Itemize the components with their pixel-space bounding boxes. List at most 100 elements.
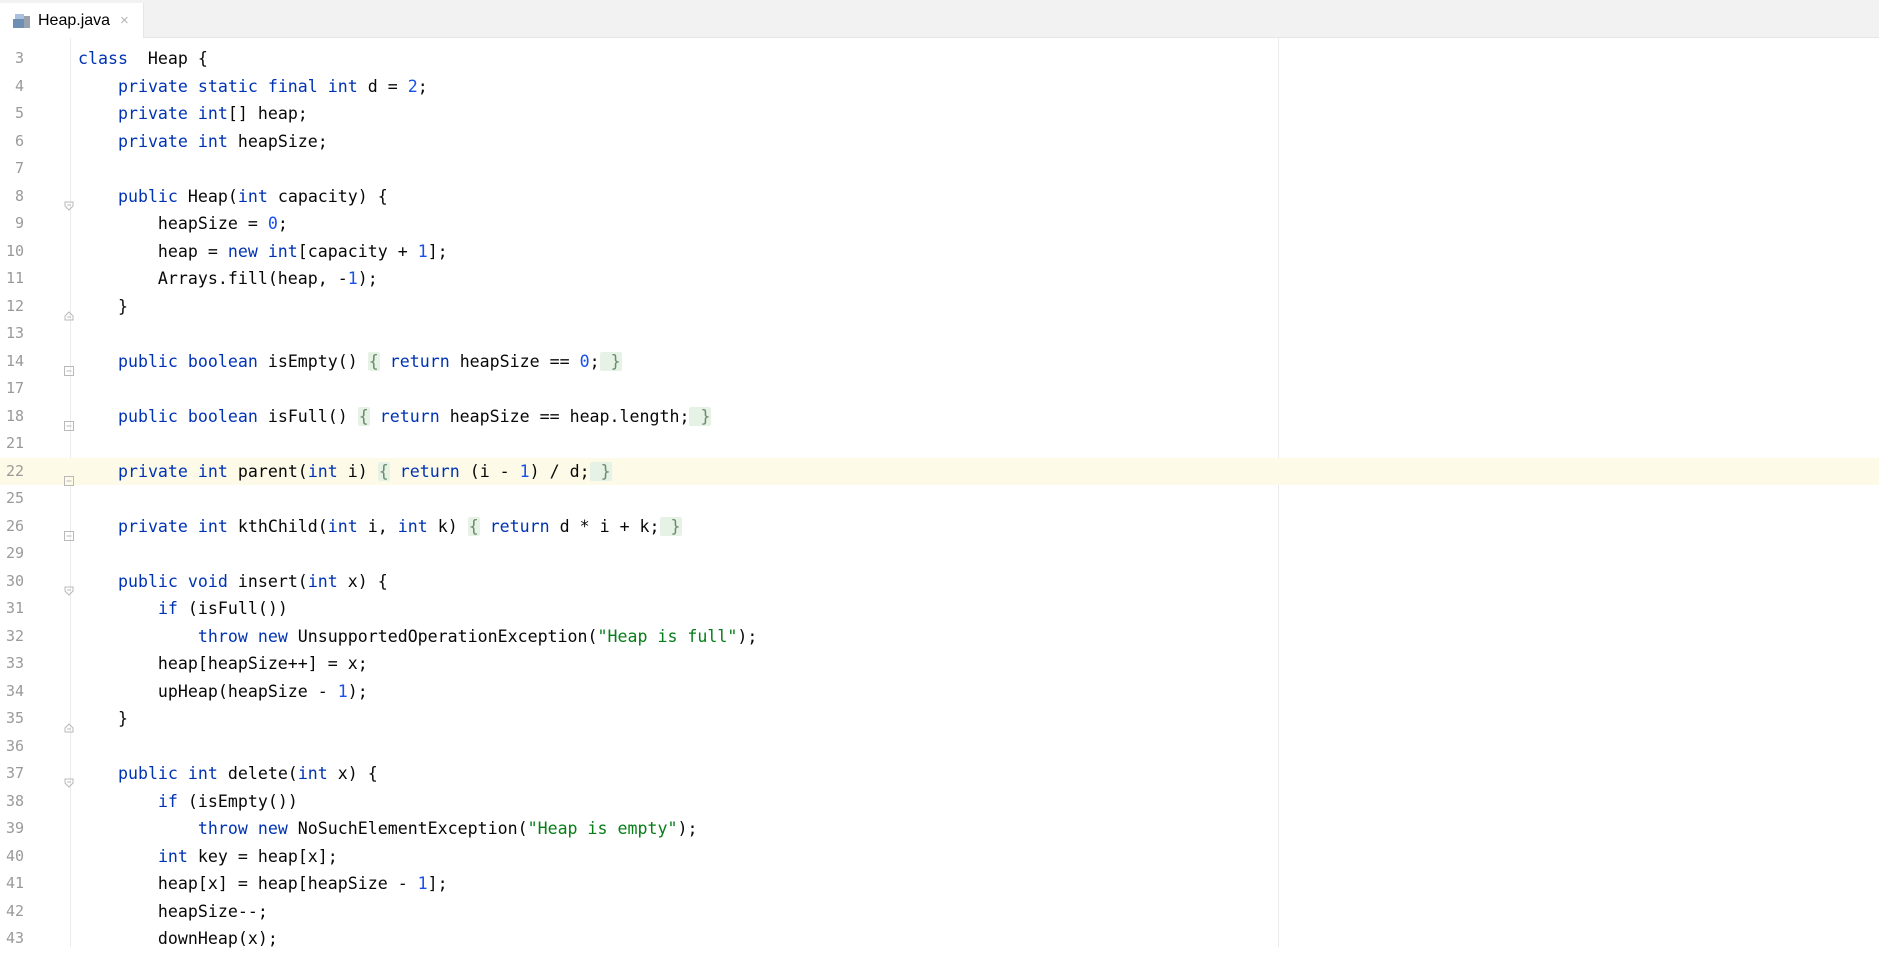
code-text: throw new NoSuchElementException("Heap i… bbox=[78, 815, 698, 843]
code-token: } bbox=[78, 296, 128, 316]
code-line[interactable]: 25 bbox=[0, 485, 1879, 513]
keyword-token: private int bbox=[117, 516, 228, 536]
code-line[interactable]: 38 if (isEmpty()) bbox=[0, 788, 1879, 816]
code-text: public boolean isFull() { return heapSiz… bbox=[78, 403, 712, 431]
code-line[interactable]: 29 bbox=[0, 540, 1879, 568]
keyword-token: public bbox=[117, 186, 178, 206]
folded-brace-token: { bbox=[367, 351, 380, 371]
fold-marker-icon[interactable] bbox=[64, 192, 74, 211]
line-number: 14 bbox=[5, 351, 24, 370]
code-token: ]; bbox=[427, 241, 448, 261]
fold-marker-icon[interactable] bbox=[64, 522, 74, 541]
code-line[interactable]: 4 private static final int d = 2; bbox=[0, 73, 1879, 101]
code-token: d = bbox=[357, 76, 408, 96]
code-line[interactable]: 13 bbox=[0, 320, 1879, 348]
code-line[interactable]: 32 throw new UnsupportedOperationExcepti… bbox=[0, 623, 1879, 651]
close-icon[interactable]: × bbox=[120, 12, 129, 29]
code-token: heapSize; bbox=[227, 131, 328, 151]
code-token: ; bbox=[589, 351, 600, 371]
fold-marker-icon[interactable] bbox=[64, 769, 74, 788]
code-line[interactable]: 6 private int heapSize; bbox=[0, 128, 1879, 156]
code-text: public boolean isEmpty() { return heapSi… bbox=[78, 348, 622, 376]
keyword-token: return bbox=[389, 351, 450, 371]
code-token: ) / d; bbox=[529, 461, 590, 481]
code-token: heapSize--; bbox=[78, 901, 268, 921]
code-token: Heap( bbox=[177, 186, 238, 206]
number-token: 2 bbox=[407, 76, 418, 96]
code-line[interactable]: 22 private int parent(int i) { return (i… bbox=[0, 457, 1879, 486]
code-line[interactable]: 42 heapSize--; bbox=[0, 898, 1879, 926]
tab-heap-java[interactable]: Heap.java × bbox=[0, 3, 144, 38]
code-text: downHeap(x); bbox=[78, 925, 278, 953]
code-token: ]; bbox=[427, 874, 448, 893]
code-text: } bbox=[78, 293, 128, 321]
code-text: heapSize = 0; bbox=[78, 210, 288, 238]
code-line[interactable]: 40 int key = heap[x]; bbox=[0, 843, 1879, 871]
code-line[interactable]: 11 Arrays.fill(heap, -1); bbox=[0, 265, 1879, 293]
number-token: 1 bbox=[347, 269, 358, 288]
code-text: heapSize--; bbox=[78, 898, 268, 926]
code-line[interactable]: 10 heap = new int[capacity + 1]; bbox=[0, 238, 1879, 266]
code-line[interactable]: 12 } bbox=[0, 293, 1879, 321]
code-token: (isEmpty()) bbox=[177, 791, 298, 811]
code-editor[interactable]: 3 class Heap {4 private static final int … bbox=[0, 38, 1879, 948]
keyword-token: private int bbox=[117, 461, 228, 481]
code-token: (i - bbox=[459, 461, 520, 481]
code-line[interactable]: 26 private int kthChild(int i, int k) { … bbox=[0, 513, 1879, 541]
code-line[interactable]: 30 public void insert(int x) { bbox=[0, 568, 1879, 596]
code-line[interactable]: 14 public boolean isEmpty() { return hea… bbox=[0, 348, 1879, 376]
folded-brace-token: } bbox=[589, 461, 612, 481]
line-number: 17 bbox=[5, 379, 24, 397]
code-line[interactable]: 3 class Heap { bbox=[0, 45, 1879, 73]
line-number: 34 bbox=[5, 681, 24, 700]
code-line[interactable]: 41 heap[x] = heap[heapSize - 1]; bbox=[0, 870, 1879, 898]
code-line[interactable]: 37 public int delete(int x) { bbox=[0, 760, 1879, 788]
code-line[interactable]: 31 if (isFull()) bbox=[0, 595, 1879, 623]
code-line[interactable]: 9 heapSize = 0; bbox=[0, 210, 1879, 238]
code-text: heap[x] = heap[heapSize - 1]; bbox=[78, 870, 448, 898]
line-number: 13 bbox=[5, 324, 24, 342]
code-line[interactable]: 8 public Heap(int capacity) { bbox=[0, 183, 1879, 211]
tab-label: Heap.java bbox=[38, 11, 111, 29]
code-line[interactable]: 35 } bbox=[0, 705, 1879, 733]
code-text: public Heap(int capacity) { bbox=[78, 183, 388, 211]
line-number: 11 bbox=[5, 269, 24, 287]
code-line[interactable]: 17 bbox=[0, 375, 1879, 403]
fold-marker-icon[interactable] bbox=[64, 467, 74, 486]
code-line[interactable]: 36 bbox=[0, 733, 1879, 761]
fold-marker-icon[interactable] bbox=[64, 302, 74, 320]
code-line[interactable]: 5 private int[] heap; bbox=[0, 100, 1879, 128]
fold-marker-icon[interactable] bbox=[64, 412, 74, 431]
fold-marker-icon[interactable] bbox=[64, 577, 74, 596]
keyword-token: private static final int bbox=[117, 76, 358, 96]
code-token: [] heap; bbox=[227, 104, 308, 123]
number-token: 1 bbox=[417, 241, 428, 261]
java-class-file-icon bbox=[12, 13, 32, 29]
code-line[interactable]: 21 bbox=[0, 430, 1879, 458]
code-line[interactable]: 18 public boolean isFull() { return heap… bbox=[0, 403, 1879, 431]
code-line[interactable]: 7 bbox=[0, 155, 1879, 183]
number-token: 0 bbox=[267, 214, 278, 233]
keyword-token: int bbox=[397, 516, 428, 536]
code-token: heap[heapSize++] = x; bbox=[78, 654, 368, 673]
line-number: 25 bbox=[5, 489, 24, 507]
keyword-token: int bbox=[297, 764, 328, 783]
line-number: 31 bbox=[5, 599, 24, 617]
keyword-token: int bbox=[307, 461, 338, 481]
number-token: 0 bbox=[579, 351, 590, 371]
code-line[interactable]: 34 upHeap(heapSize - 1); bbox=[0, 678, 1879, 706]
fold-marker-icon[interactable] bbox=[64, 714, 74, 733]
code-token: Arrays.fill(heap, - bbox=[78, 269, 348, 288]
code-line[interactable]: 33 heap[heapSize++] = x; bbox=[0, 650, 1879, 678]
fold-marker-icon[interactable] bbox=[64, 357, 74, 376]
code-line[interactable]: 39 throw new NoSuchElementException("Hea… bbox=[0, 815, 1879, 843]
code-line[interactable]: 43 downHeap(x); bbox=[0, 925, 1879, 953]
